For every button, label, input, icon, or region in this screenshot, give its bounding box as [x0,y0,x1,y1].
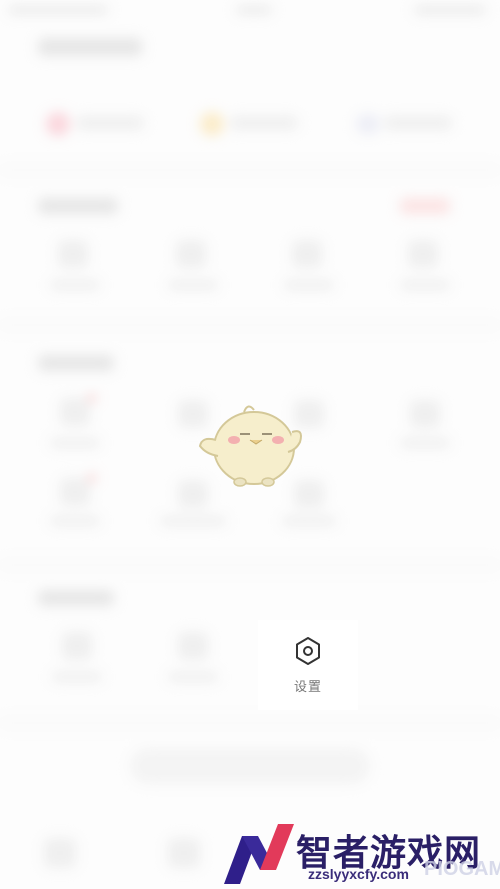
watermark: 智者游戏网 PIOGAME zzslyyxcfy.com [214,818,500,889]
hexagon-gear-icon [296,636,320,665]
settings-button[interactable]: 设置 [258,620,358,710]
watermark-ghost-text: PIOGAME [424,858,500,880]
watermark-logo-icon [224,824,294,884]
watermark-url: zzslyyxcfy.com [308,866,409,882]
chick-mascot-icon [198,405,302,487]
settings-label: 设置 [293,679,322,695]
